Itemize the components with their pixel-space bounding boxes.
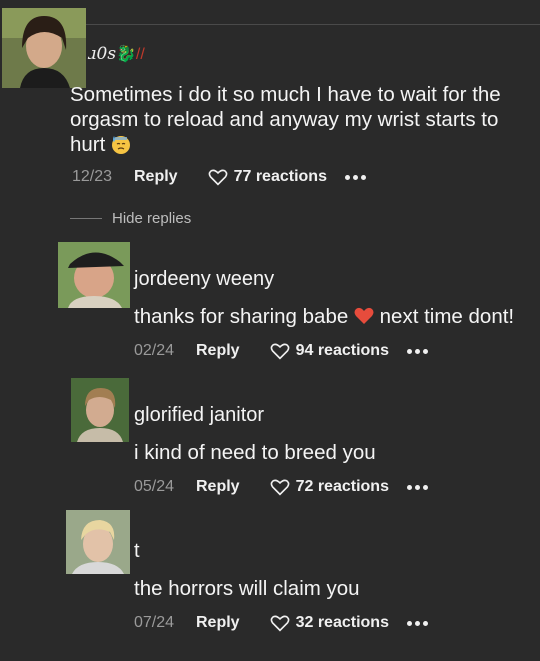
avatar[interactable]	[58, 242, 130, 308]
heart-icon[interactable]	[270, 614, 290, 632]
more-options-icon[interactable]	[344, 174, 366, 180]
avatar-photo	[58, 242, 130, 308]
comment-text: Sometimes i do it so much I have to wait…	[70, 82, 538, 157]
avatar[interactable]	[66, 510, 130, 574]
heart-icon[interactable]	[208, 168, 228, 186]
comment-text-line: hurt	[70, 132, 538, 157]
more-options-icon[interactable]	[406, 348, 428, 354]
comment-date: 07/24	[134, 614, 175, 631]
red-heart-emoji-icon	[354, 307, 374, 324]
reply-button[interactable]: Reply	[134, 168, 178, 186]
more-options-icon[interactable]	[406, 484, 428, 490]
heart-icon[interactable]	[270, 478, 290, 496]
comment-actions: 07/24 Reply 32 reactions	[134, 611, 428, 635]
avatar[interactable]	[71, 378, 129, 442]
avatar-photo	[66, 510, 130, 574]
username[interactable]: jordeeny weeny	[134, 268, 274, 291]
reactions-count[interactable]: 32 reactions	[296, 614, 389, 632]
divider	[70, 218, 102, 219]
hide-replies-button[interactable]: Hide replies	[70, 210, 191, 227]
heart-icon[interactable]	[270, 342, 290, 360]
avatar-photo	[71, 378, 129, 442]
comment-text: i kind of need to breed you	[134, 441, 376, 464]
comment-actions: 12/23 Reply 77 reactions	[72, 165, 366, 189]
reply-button[interactable]: Reply	[196, 614, 240, 632]
comment-text-line: Sometimes i do it so much I have to wait…	[70, 83, 501, 106]
comment-actions: 05/24 Reply 72 reactions	[134, 475, 428, 499]
avatar[interactable]	[2, 8, 86, 88]
comment-text: thanks for sharing babe next time dont!	[134, 305, 515, 328]
reply-button[interactable]: Reply	[196, 478, 240, 496]
comment-date: 12/23	[72, 168, 113, 185]
username[interactable]: ɹ0s	[88, 44, 116, 64]
avatar-photo	[2, 8, 86, 88]
sweat-face-emoji-icon	[112, 136, 131, 154]
more-options-icon[interactable]	[406, 620, 428, 626]
dragon-emoji-icon: 🐉//	[116, 46, 145, 63]
comment-actions: 02/24 Reply 94 reactions	[134, 339, 428, 363]
comment-text: the horrors will claim you	[134, 577, 360, 600]
reactions-count[interactable]: 77 reactions	[234, 168, 327, 186]
username[interactable]: t	[134, 540, 140, 563]
hide-replies-label: Hide replies	[112, 210, 192, 227]
reactions-count[interactable]: 94 reactions	[296, 342, 389, 360]
top-divider	[86, 24, 540, 25]
reply-button[interactable]: Reply	[196, 342, 240, 360]
comment-date: 02/24	[134, 342, 175, 359]
comment-date: 05/24	[134, 478, 175, 495]
reactions-count[interactable]: 72 reactions	[296, 478, 389, 496]
username[interactable]: glorified janitor	[134, 404, 264, 427]
comment-text-line: orgasm to reload and anyway my wrist sta…	[70, 108, 499, 131]
